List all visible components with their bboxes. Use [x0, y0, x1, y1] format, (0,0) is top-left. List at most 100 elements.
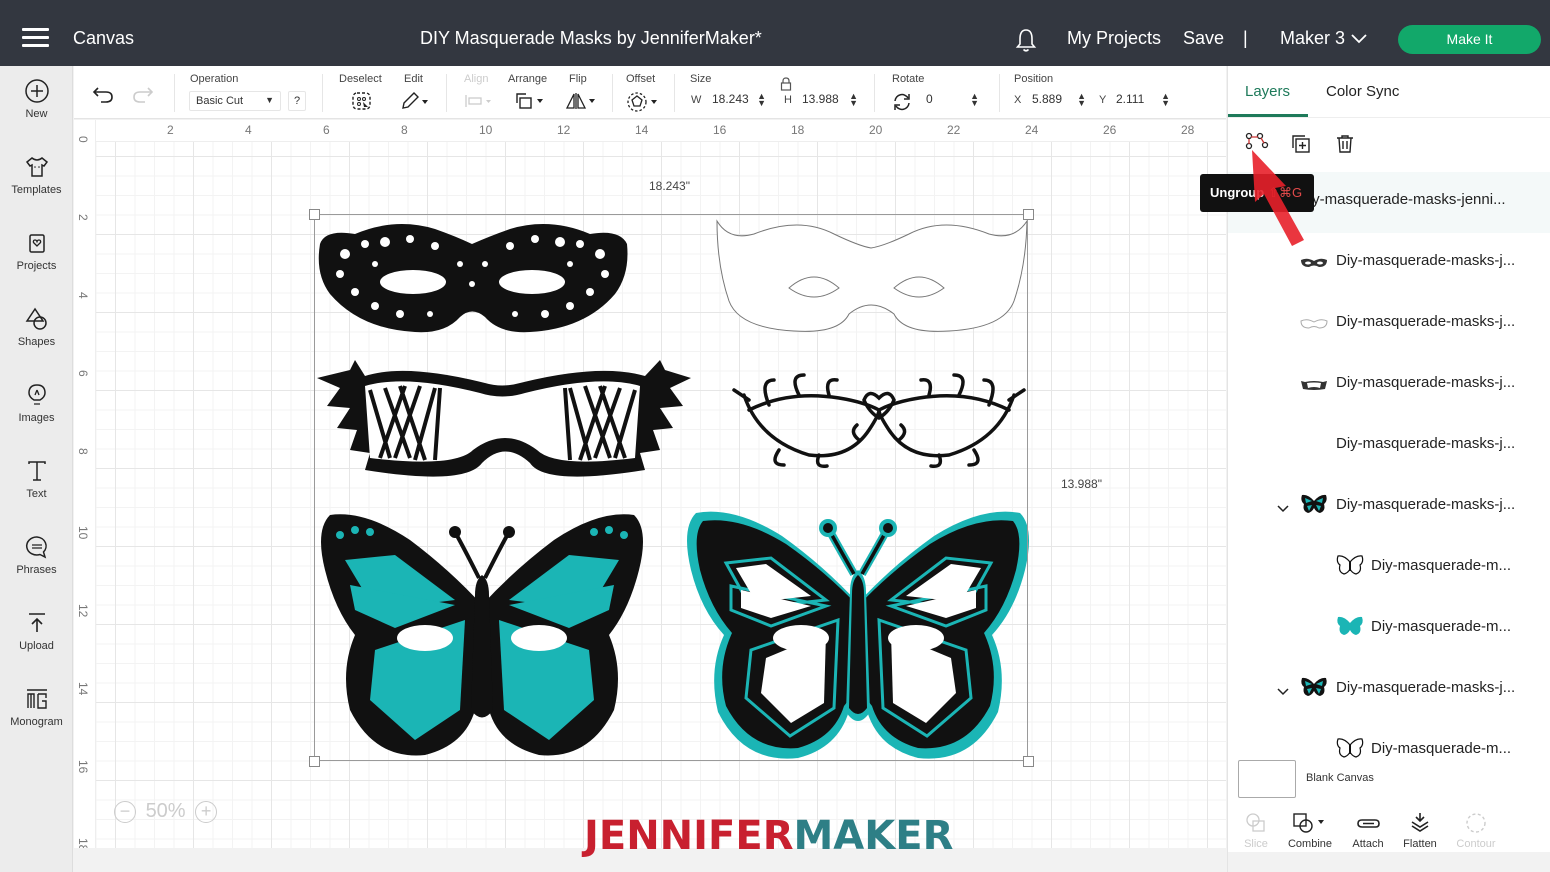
tool-label: Flatten	[1403, 838, 1437, 850]
sidebar-label: Monogram	[10, 716, 63, 728]
operation-select[interactable]: Basic Cut ▼	[189, 91, 281, 111]
layer-item[interactable]: Diy-masquerade-masks-j...	[1228, 660, 1550, 721]
offset-icon[interactable]	[626, 91, 660, 113]
lightbulb-icon	[27, 384, 46, 405]
edit-label: Edit	[404, 73, 423, 85]
tab-layers[interactable]: Layers	[1245, 83, 1290, 100]
rotate-icon[interactable]	[892, 92, 912, 112]
flip-icon[interactable]	[565, 91, 597, 111]
sidebar-label: Projects	[16, 260, 57, 272]
layer-item[interactable]: Diy-masquerade-m...	[1228, 599, 1550, 660]
resize-handle-bottom-left[interactable]	[309, 756, 320, 767]
ruler-tick: 26	[1103, 123, 1117, 137]
flatten-button[interactable]: Flatten	[1390, 812, 1450, 850]
operation-value: Basic Cut	[196, 95, 244, 107]
align-icon[interactable]	[464, 94, 494, 108]
deselect-icon[interactable]	[351, 91, 373, 111]
chevron-down-icon[interactable]	[1277, 500, 1289, 518]
ruler-tick: 12	[557, 123, 571, 137]
layer-name: Diy-masquerade-masks-j...	[1336, 252, 1516, 269]
rotate-input[interactable]: 0 ▲ ▼	[919, 92, 979, 110]
delete-icon[interactable]	[1335, 134, 1355, 154]
width-stepper[interactable]: ▲ ▼	[757, 92, 766, 108]
dropdown-arrow-icon: ▼	[265, 95, 274, 105]
y-position-input[interactable]: 2.111 ▲ ▼	[1110, 92, 1170, 110]
layer-item[interactable]: Diy-masquerade-m...	[1228, 538, 1550, 599]
flip-label: Flip	[569, 73, 587, 85]
y-position-value: 2.111	[1116, 92, 1145, 106]
ruler-tick: 0	[76, 136, 90, 143]
slice-button[interactable]: Slice	[1226, 812, 1286, 850]
layer-item[interactable]: Diy-masquerade-masks-j...	[1228, 355, 1550, 416]
rotate-value: 0	[926, 92, 933, 106]
combine-button[interactable]: Combine	[1280, 812, 1340, 850]
tool-label: Attach	[1352, 838, 1384, 850]
layer-name: Diy-masquerade-m...	[1371, 618, 1512, 635]
bell-icon[interactable]	[1014, 27, 1038, 53]
tab-color-sync[interactable]: Color Sync	[1326, 83, 1399, 100]
ruler-tick: 2	[76, 214, 90, 221]
x-position-stepper[interactable]: ▲ ▼	[1077, 92, 1086, 108]
outline-mask-thumbnail-icon	[1300, 317, 1328, 335]
width-input[interactable]: 18.243 ▲ ▼	[704, 92, 766, 110]
ruler-tick: 8	[76, 448, 90, 455]
lock-icon[interactable]	[780, 77, 792, 91]
design-canvas[interactable]: 2 4 6 8 10 12 14 16 18 20 22 24 26 28 0 2 4 6 8 10 12 14 16 18…	[74, 120, 1226, 872]
chevron-down-icon[interactable]	[1277, 683, 1289, 701]
blank-canvas-swatch[interactable]	[1238, 760, 1296, 798]
layer-name: Diy-masquerade-masks-jenni...	[1298, 191, 1506, 208]
layer-name: Diy-masquerade-m...	[1371, 740, 1512, 757]
sidebar-item-text[interactable]: Text	[0, 458, 73, 500]
height-value: 13.988	[802, 92, 839, 106]
make-it-button[interactable]: Make It	[1398, 25, 1541, 54]
sidebar-item-upload[interactable]: Upload	[0, 610, 73, 652]
app-name: Canvas	[73, 28, 135, 48]
edit-pencil-icon[interactable]	[400, 91, 430, 111]
sidebar-item-phrases[interactable]: Phrases	[0, 534, 73, 576]
attach-button[interactable]: Attach	[1338, 812, 1398, 850]
speech-bubble-icon	[25, 536, 47, 559]
offset-label: Offset	[626, 73, 656, 85]
height-dimension-label: 13.988"	[1061, 477, 1102, 491]
rotate-stepper[interactable]: ▲ ▼	[970, 92, 979, 108]
my-projects-link[interactable]: My Projects	[1067, 28, 1161, 49]
operation-help-button[interactable]: ?	[288, 91, 306, 111]
sidebar-label: Phrases	[16, 564, 57, 576]
plus-circle-icon	[24, 79, 49, 103]
layer-name: Diy-masquerade-masks-j...	[1336, 679, 1516, 696]
ruler-tick: 10	[76, 526, 90, 540]
machine-name: Maker 3	[1280, 28, 1346, 48]
sidebar-label: Shapes	[17, 336, 56, 348]
y-position-stepper[interactable]: ▲ ▼	[1161, 92, 1170, 108]
resize-handle-top-left[interactable]	[309, 209, 320, 220]
zoom-out-button[interactable]: −	[114, 800, 136, 823]
height-input[interactable]: 13.988 ▲ ▼	[796, 92, 858, 110]
top-ruler: 2 4 6 8 10 12 14 16 18 20 22 24 26 28	[74, 120, 1226, 142]
slice-icon	[1246, 813, 1265, 832]
height-stepper[interactable]: ▲ ▼	[849, 92, 858, 108]
width-dimension-label: 18.243"	[649, 179, 690, 193]
layer-item[interactable]: Diy-masquerade-masks-j...	[1228, 477, 1550, 538]
sidebar-item-images[interactable]: Images	[0, 382, 73, 424]
save-button[interactable]: Save	[1183, 28, 1224, 49]
sidebar-item-projects[interactable]: Projects	[0, 230, 73, 272]
sidebar-item-new[interactable]: New	[0, 78, 73, 120]
contour-button[interactable]: Contour	[1446, 812, 1506, 850]
redo-icon[interactable]	[132, 86, 154, 104]
layer-item[interactable]: Diy-masquerade-masks-j...	[1228, 416, 1550, 477]
x-position-input[interactable]: 5.889 ▲ ▼	[1026, 92, 1086, 110]
undo-icon[interactable]	[92, 86, 114, 104]
sidebar-item-templates[interactable]: Templates	[0, 154, 73, 196]
machine-selector[interactable]: Maker 3	[1280, 28, 1367, 49]
contour-icon	[1466, 813, 1486, 833]
menu-icon[interactable]	[22, 28, 49, 48]
resize-handle-bottom-right[interactable]	[1023, 756, 1034, 767]
width-prefix: W	[691, 94, 702, 106]
zoom-in-button[interactable]: +	[195, 800, 218, 823]
arrange-icon[interactable]	[514, 91, 546, 111]
sidebar-item-shapes[interactable]: Shapes	[0, 306, 73, 348]
layer-item[interactable]: Diy-masquerade-masks-j...	[1228, 294, 1550, 355]
sidebar-item-monogram[interactable]: Monogram	[0, 686, 73, 728]
document-title[interactable]: DIY Masquerade Masks by JenniferMaker*	[420, 28, 762, 49]
resize-handle-top-right[interactable]	[1023, 209, 1034, 220]
